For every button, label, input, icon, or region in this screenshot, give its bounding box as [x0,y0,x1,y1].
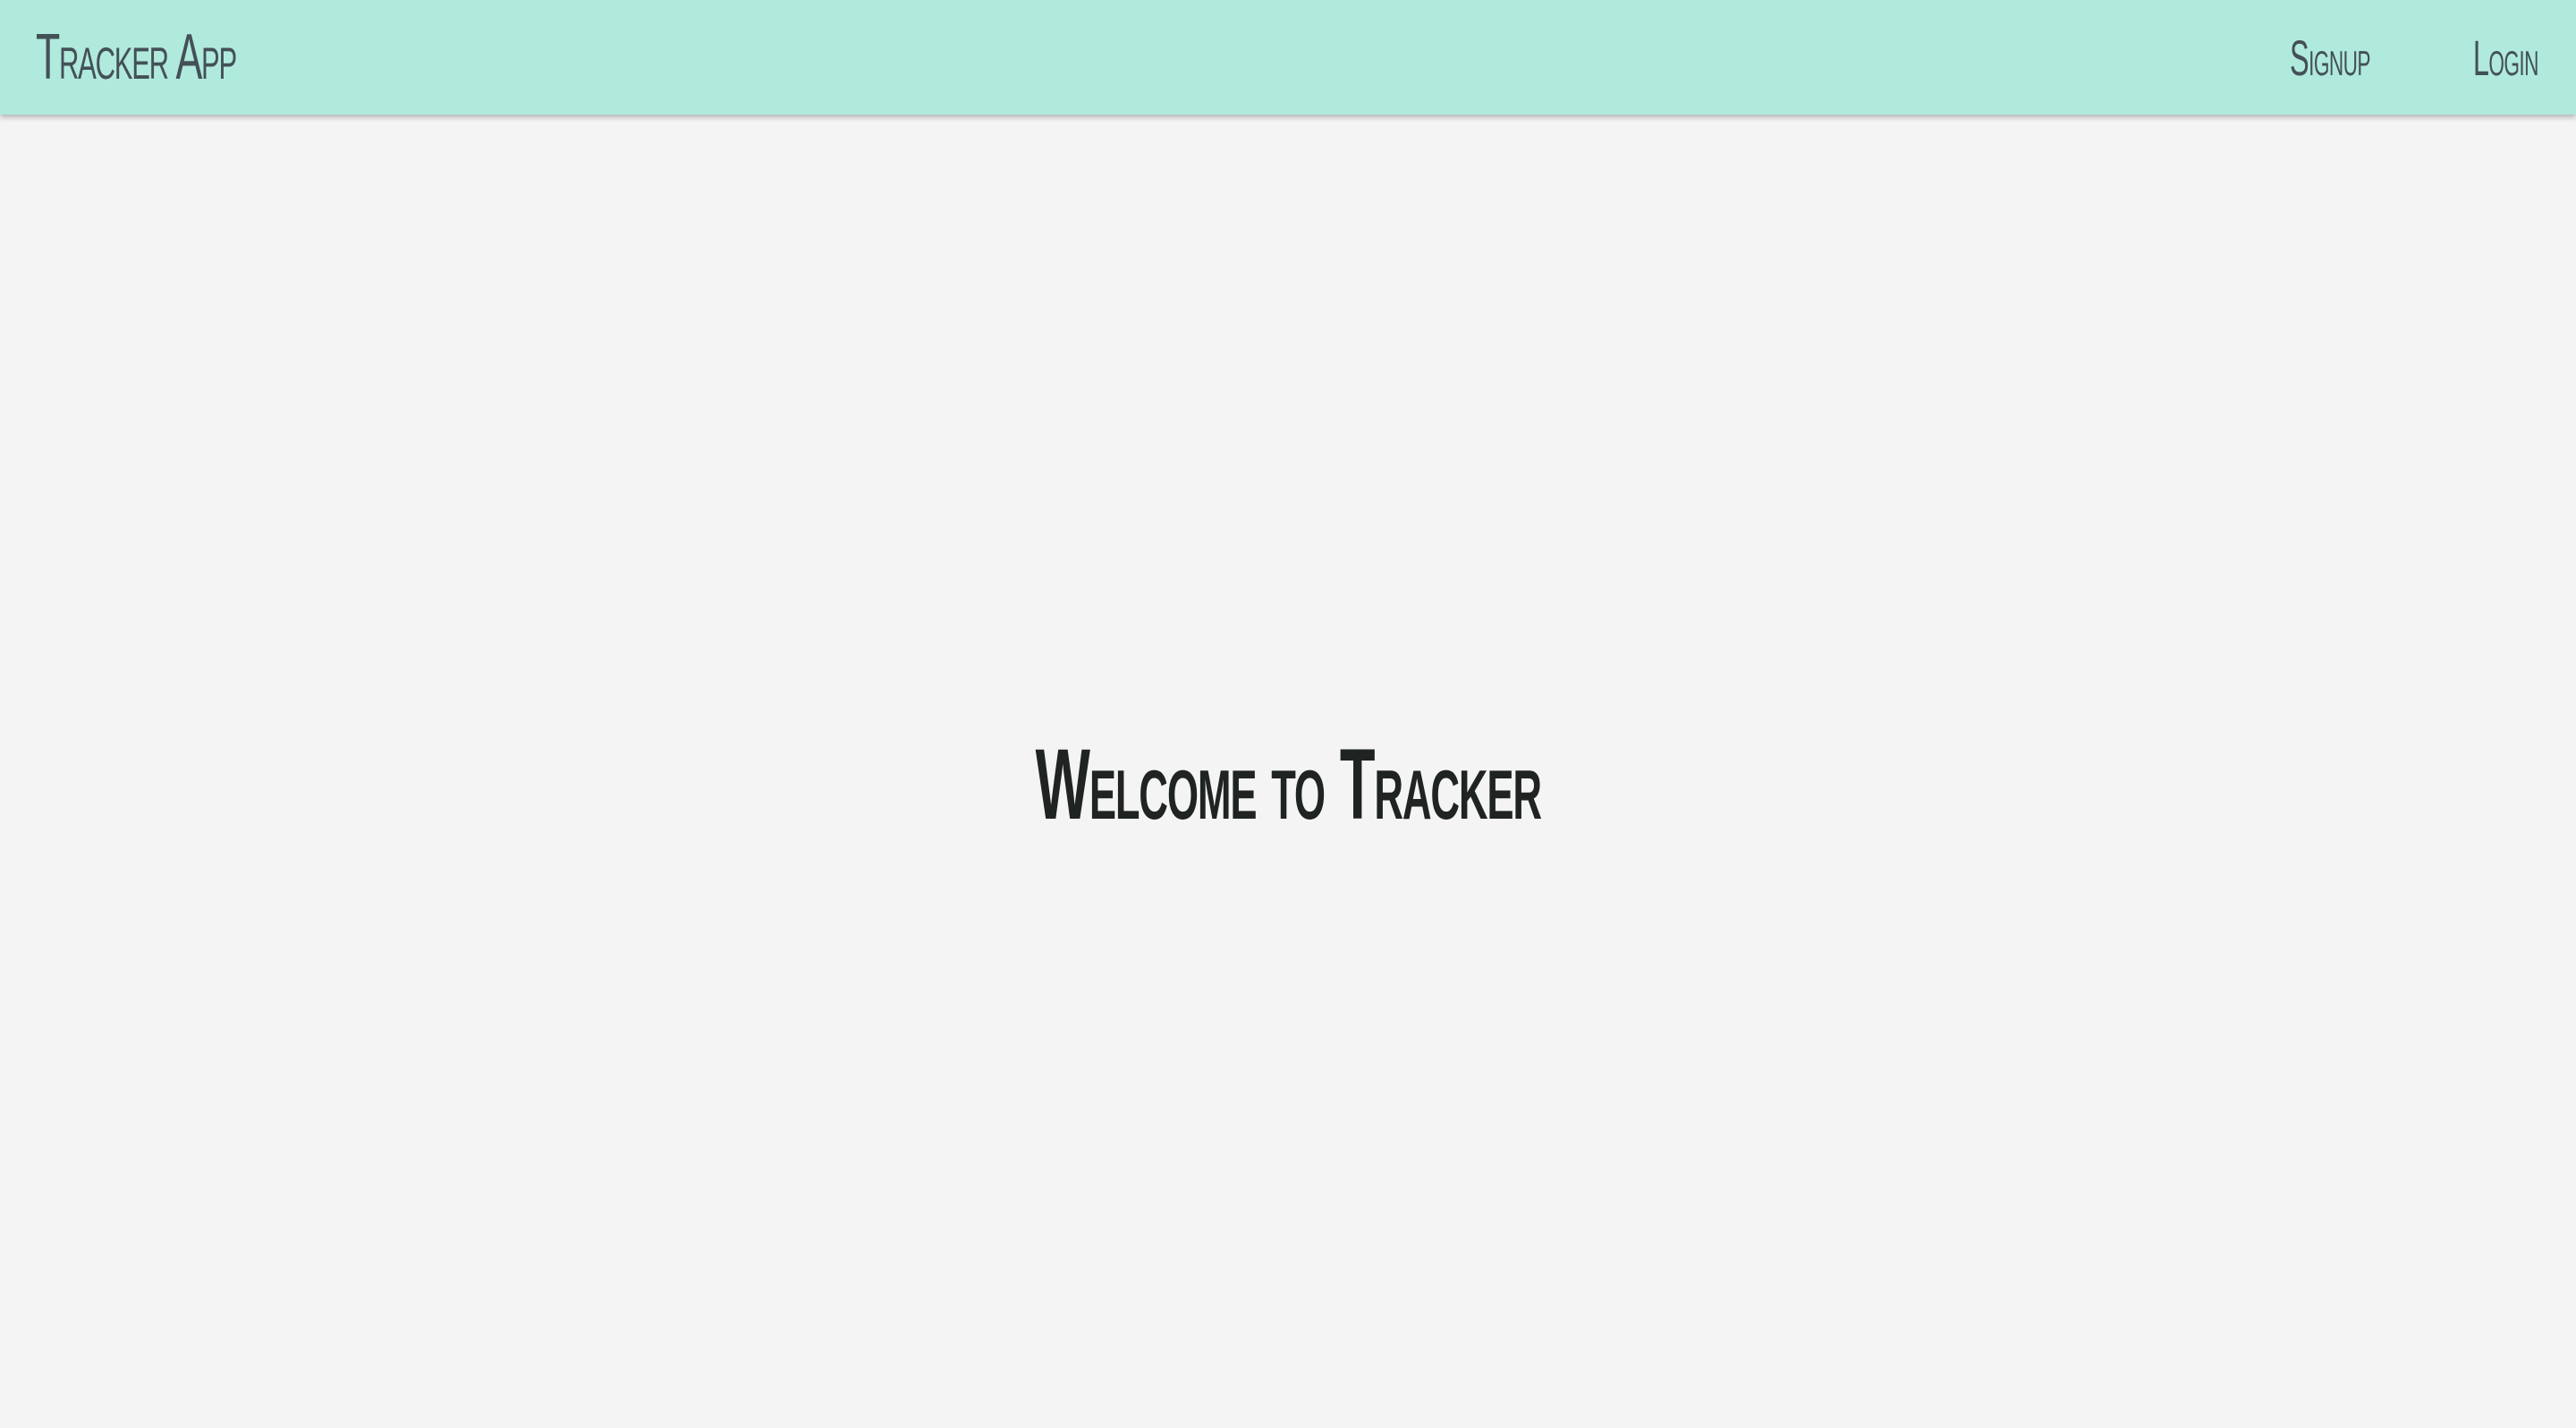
tracker-app-page: Tracker App Signup Login Welcome to Trac… [0,0,2576,1428]
signup-link[interactable]: Signup [2290,29,2370,87]
app-title-link[interactable]: Tracker App [36,21,237,94]
welcome-heading: Welcome to Tracker [1035,727,1541,840]
navbar-links: Signup Login [2232,29,2538,87]
top-navbar: Tracker App Signup Login [0,0,2576,115]
login-link[interactable]: Login [2473,29,2539,87]
main-content: Welcome to Tracker [0,115,2576,1428]
